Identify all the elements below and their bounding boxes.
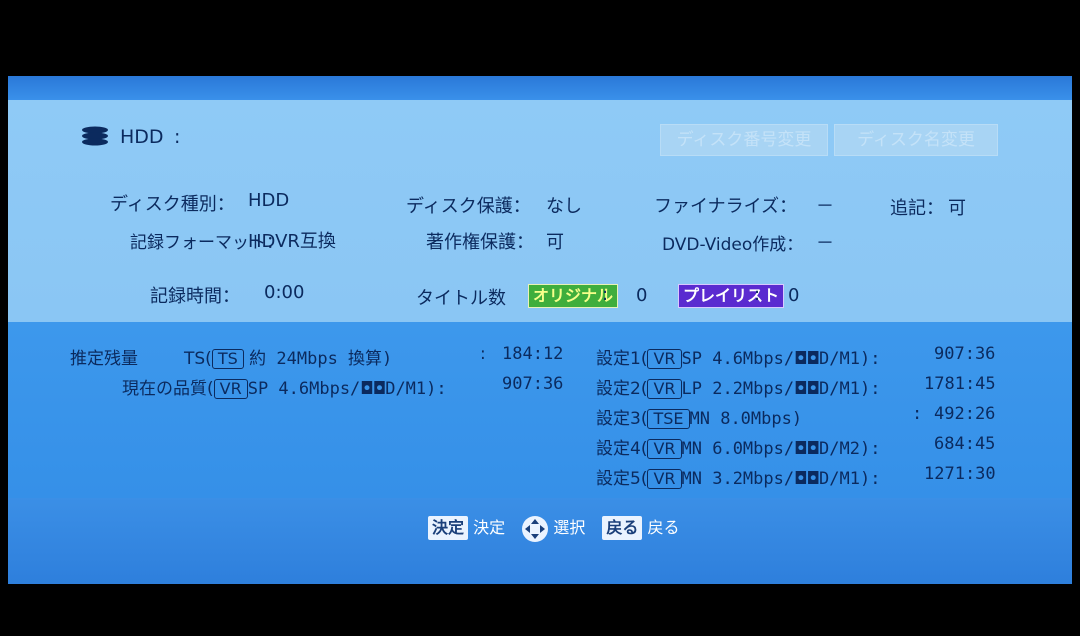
remaining-label: 推定残量 (70, 349, 138, 369)
current-quality-time: 907:36 (502, 374, 564, 394)
setting-text: LP 2.2Mbps/ (681, 379, 795, 399)
dolby-digital-icon: ◘◘ (794, 379, 820, 399)
setting-time: 1781:45 (924, 374, 996, 394)
append-value: 可 (948, 198, 966, 219)
setting-row: 設定3(TSE MN 8.0Mbps) (596, 404, 802, 429)
setting-text: MN 8.0Mbps) (689, 409, 803, 429)
setting-box: VR (647, 349, 682, 369)
enter-text: 決定 (473, 518, 506, 537)
current-quality-suffix: D/M1): (385, 379, 447, 399)
setting-label: 設定5( (596, 469, 648, 489)
device-label: HDD (120, 126, 164, 148)
setting-time: 492:26 (934, 404, 996, 424)
setting-box: VR (647, 379, 682, 399)
disc-protect-value: なし (546, 196, 582, 217)
disc-type-value: HDD (248, 190, 290, 211)
setting-suffix: D/M2): (819, 439, 881, 459)
disc-protect-label: ディスク保護： (406, 196, 531, 217)
setting-text: MN 6.0Mbps/ (681, 439, 795, 459)
current-quality-row: 現在の品質(VR SP 4.6Mbps/◘◘D/M1): (122, 374, 447, 399)
setting-label: 設定4( (596, 439, 648, 459)
setting-text: MN 3.2Mbps/ (681, 469, 795, 489)
nav-hints: 決定 決定 選択 戻る 戻る (428, 514, 680, 542)
setting-label: 設定1( (596, 349, 648, 369)
back-text: 戻る (647, 518, 680, 537)
rename-disc-button[interactable]: ディスク名変更 (834, 124, 998, 156)
ts-mode: TS( (184, 349, 212, 369)
current-quality-label: 現在の品質( (122, 379, 214, 399)
setting-box: VR (647, 439, 682, 459)
original-colon: : (602, 284, 609, 305)
enter-key[interactable]: 決定 (428, 516, 469, 540)
ts-text: 約 24Mbps 換算) (249, 349, 393, 369)
finalize-value: － (816, 196, 834, 217)
hdd-icon (82, 126, 108, 146)
dolby-digital-icon: ◘◘ (794, 349, 820, 369)
copyright-label: 著作権保護： (426, 232, 534, 253)
device-colon: : (174, 126, 181, 148)
setting-box: TSE (647, 409, 690, 429)
setting-label: 設定3( (596, 409, 648, 429)
dvd-video-value: － (816, 233, 834, 254)
ts-box: TS (211, 349, 244, 369)
top-bar (8, 76, 1072, 100)
setting-time: 684:45 (934, 434, 996, 454)
setting-row: 設定2(VR LP 2.2Mbps/◘◘D/M1): (596, 374, 880, 399)
finalize-label: ファイナライズ： (654, 196, 798, 217)
setting-suffix: D/M1): (819, 379, 881, 399)
disc-info-screen: HDD : ディスク番号変更 ディスク名変更 ディスク種別： HDD ディスク保… (8, 76, 1072, 584)
rec-time-label: 記録時間： (150, 286, 240, 307)
back-key[interactable]: 戻る (602, 516, 643, 540)
playlist-count: 0 (788, 285, 800, 306)
dolby-digital-icon: ◘◘ (794, 469, 820, 489)
setting-row: 設定4(VR MN 6.0Mbps/◘◘D/M2): (596, 434, 880, 459)
ts-time: 184:12 (502, 344, 564, 364)
dpad-icon[interactable] (522, 515, 549, 542)
original-count: 0 (636, 285, 648, 306)
setting-suffix: D/M1): (819, 469, 881, 489)
setting-row: 設定1(VR SP 4.6Mbps/◘◘D/M1): (596, 344, 880, 369)
rename-disc-number-button[interactable]: ディスク番号変更 (660, 124, 828, 156)
playlist-colon: : (754, 284, 761, 305)
setting-time: 1271:30 (924, 464, 996, 484)
ts-colon: : (480, 344, 486, 364)
current-quality-box: VR (213, 379, 248, 399)
setting-label: 設定2( (596, 379, 648, 399)
playlist-badge: プレイリスト (678, 284, 785, 308)
select-text: 選択 (553, 518, 586, 537)
setting-row: 設定5(VR MN 3.2Mbps/◘◘D/M1): (596, 464, 880, 489)
setting-suffix: D/M1): (819, 349, 881, 369)
dolby-digital-icon: ◘◘ (794, 439, 820, 459)
dvd-video-label: DVD-Video作成： (662, 235, 804, 255)
ts-remaining-row: TS(TS 約 24Mbps 換算) (184, 344, 392, 369)
append-label: 追記： (890, 198, 944, 219)
disc-type-label: ディスク種別： (110, 194, 235, 215)
titles-label: タイトル数 (416, 288, 506, 309)
dolby-digital-icon: ◘◘ (360, 379, 386, 399)
current-quality-text: SP 4.6Mbps/ (247, 379, 361, 399)
setting-text: SP 4.6Mbps/ (681, 349, 795, 369)
copyright-value: 可 (546, 232, 564, 253)
setting-box: VR (647, 469, 682, 489)
rec-time-value: 0:00 (264, 282, 305, 303)
record-format-value: HDVR互換 (248, 231, 336, 252)
setting-time: 907:36 (934, 344, 996, 364)
setting-suffix: : (912, 404, 923, 424)
dpad-arrows-icon (525, 518, 546, 539)
